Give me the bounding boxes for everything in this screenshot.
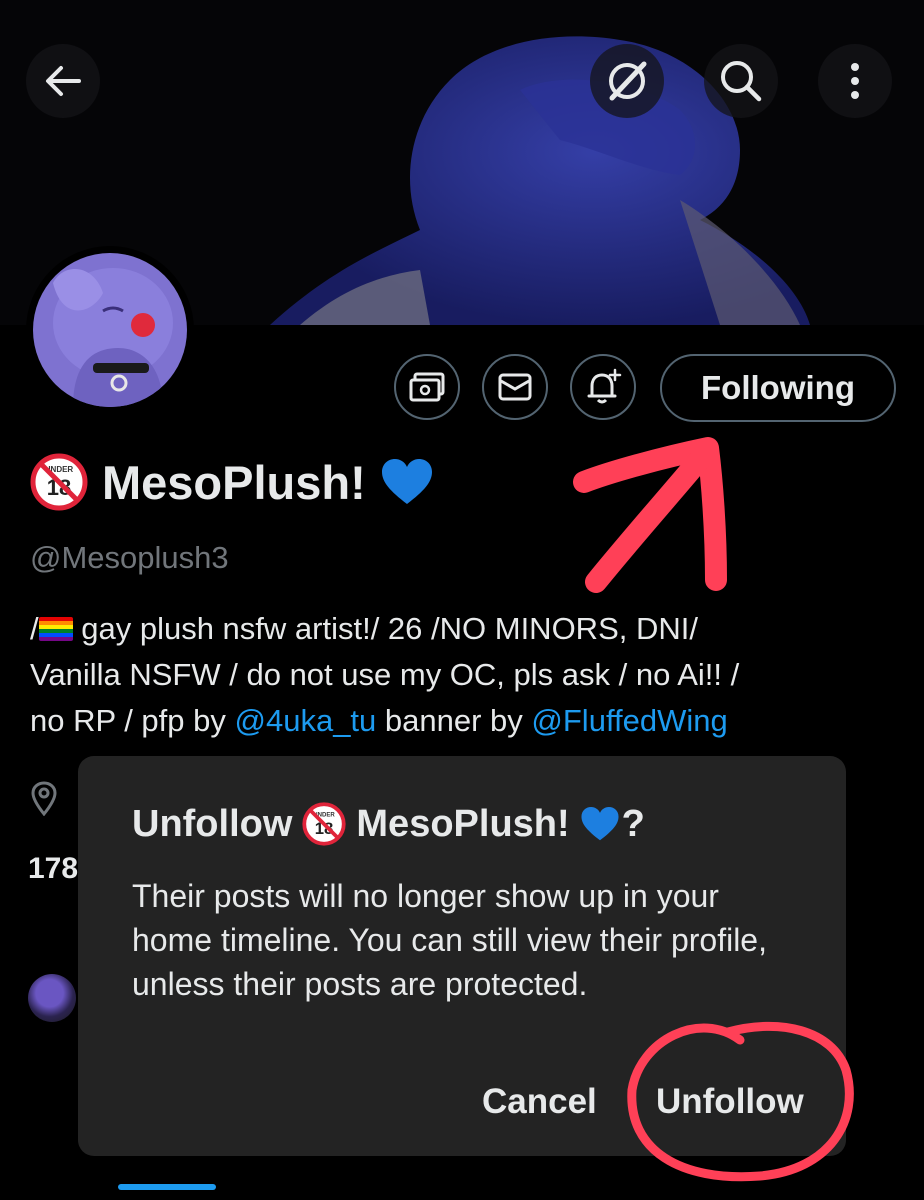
followed-by-avatar[interactable] [28, 974, 76, 1022]
rainbow-flag-icon [38, 617, 73, 641]
dialog-title-suffix: ? [621, 802, 645, 845]
grok-icon [609, 61, 647, 101]
dialog-title: Unfollow UNDER 18 MesoPlush! ? [132, 802, 816, 846]
following-button[interactable]: Following [660, 354, 896, 422]
subscribe-button[interactable] [394, 354, 460, 420]
following-count[interactable]: 178 [28, 852, 78, 886]
no-under-18-badge: UNDER 18 [30, 453, 88, 511]
back-arrow-icon [46, 66, 81, 96]
profile-bio: / gay plush nsfw artist!/ 26 /NO MINORS,… [30, 606, 900, 744]
annotation-arrow-shaft [585, 441, 717, 593]
tab-indicator [118, 1184, 216, 1190]
banner-credit-link[interactable]: @FluffedWing [531, 703, 727, 738]
heart-icon [581, 806, 619, 841]
bio-text-1: gay plush nsfw artist!/ 26 /NO MINORS, D… [72, 611, 698, 646]
bio-text-3: no RP / pfp by [30, 703, 235, 738]
subscribe-icon [409, 372, 445, 402]
bio-text-3b: banner by [376, 703, 532, 738]
search-icon [721, 61, 762, 102]
notification-button[interactable] [570, 354, 636, 420]
no-under-18-badge: UNDER 18 [302, 802, 347, 846]
search-button[interactable] [704, 44, 778, 118]
profile-handle: @Mesoplush3 [30, 540, 229, 575]
location-icon [31, 781, 57, 816]
dialog-title-prefix: Unfollow [132, 802, 293, 845]
profile-name-row: UNDER 18 MesoPlush! [30, 452, 434, 512]
back-button[interactable] [26, 44, 100, 118]
annotation-arrow-head [573, 437, 727, 591]
bio-line-1: / gay plush nsfw artist!/ 26 /NO MINORS,… [30, 606, 900, 652]
bio-line-2: Vanilla NSFW / do not use my OC, pls ask… [30, 657, 740, 692]
pfp-credit-link[interactable]: @4uka_tu [235, 703, 377, 738]
bio-line-3: no RP / pfp by @4uka_tu banner by @Fluff… [30, 698, 900, 744]
more-options-icon [851, 63, 859, 99]
message-icon [498, 373, 532, 401]
heart-icon [381, 459, 432, 504]
dialog-title-end: ? [580, 803, 645, 846]
dialog-body: Their posts will no longer show up in yo… [132, 878, 767, 1002]
bio-prefix: / [30, 611, 39, 646]
unfollow-button[interactable]: Unfollow [656, 1082, 804, 1122]
avatar-artwork [33, 253, 187, 407]
grok-button[interactable] [590, 44, 664, 118]
dialog-title-name: MesoPlush! [356, 802, 570, 845]
notification-add-icon [587, 368, 622, 404]
cancel-button[interactable]: Cancel [482, 1082, 597, 1122]
profile-avatar[interactable] [26, 246, 194, 414]
display-name: MesoPlush! [102, 455, 366, 509]
message-button[interactable] [482, 354, 548, 420]
more-options-button[interactable] [818, 44, 892, 118]
unfollow-dialog: Unfollow UNDER 18 MesoPlush! ? Their pos… [78, 756, 846, 1156]
